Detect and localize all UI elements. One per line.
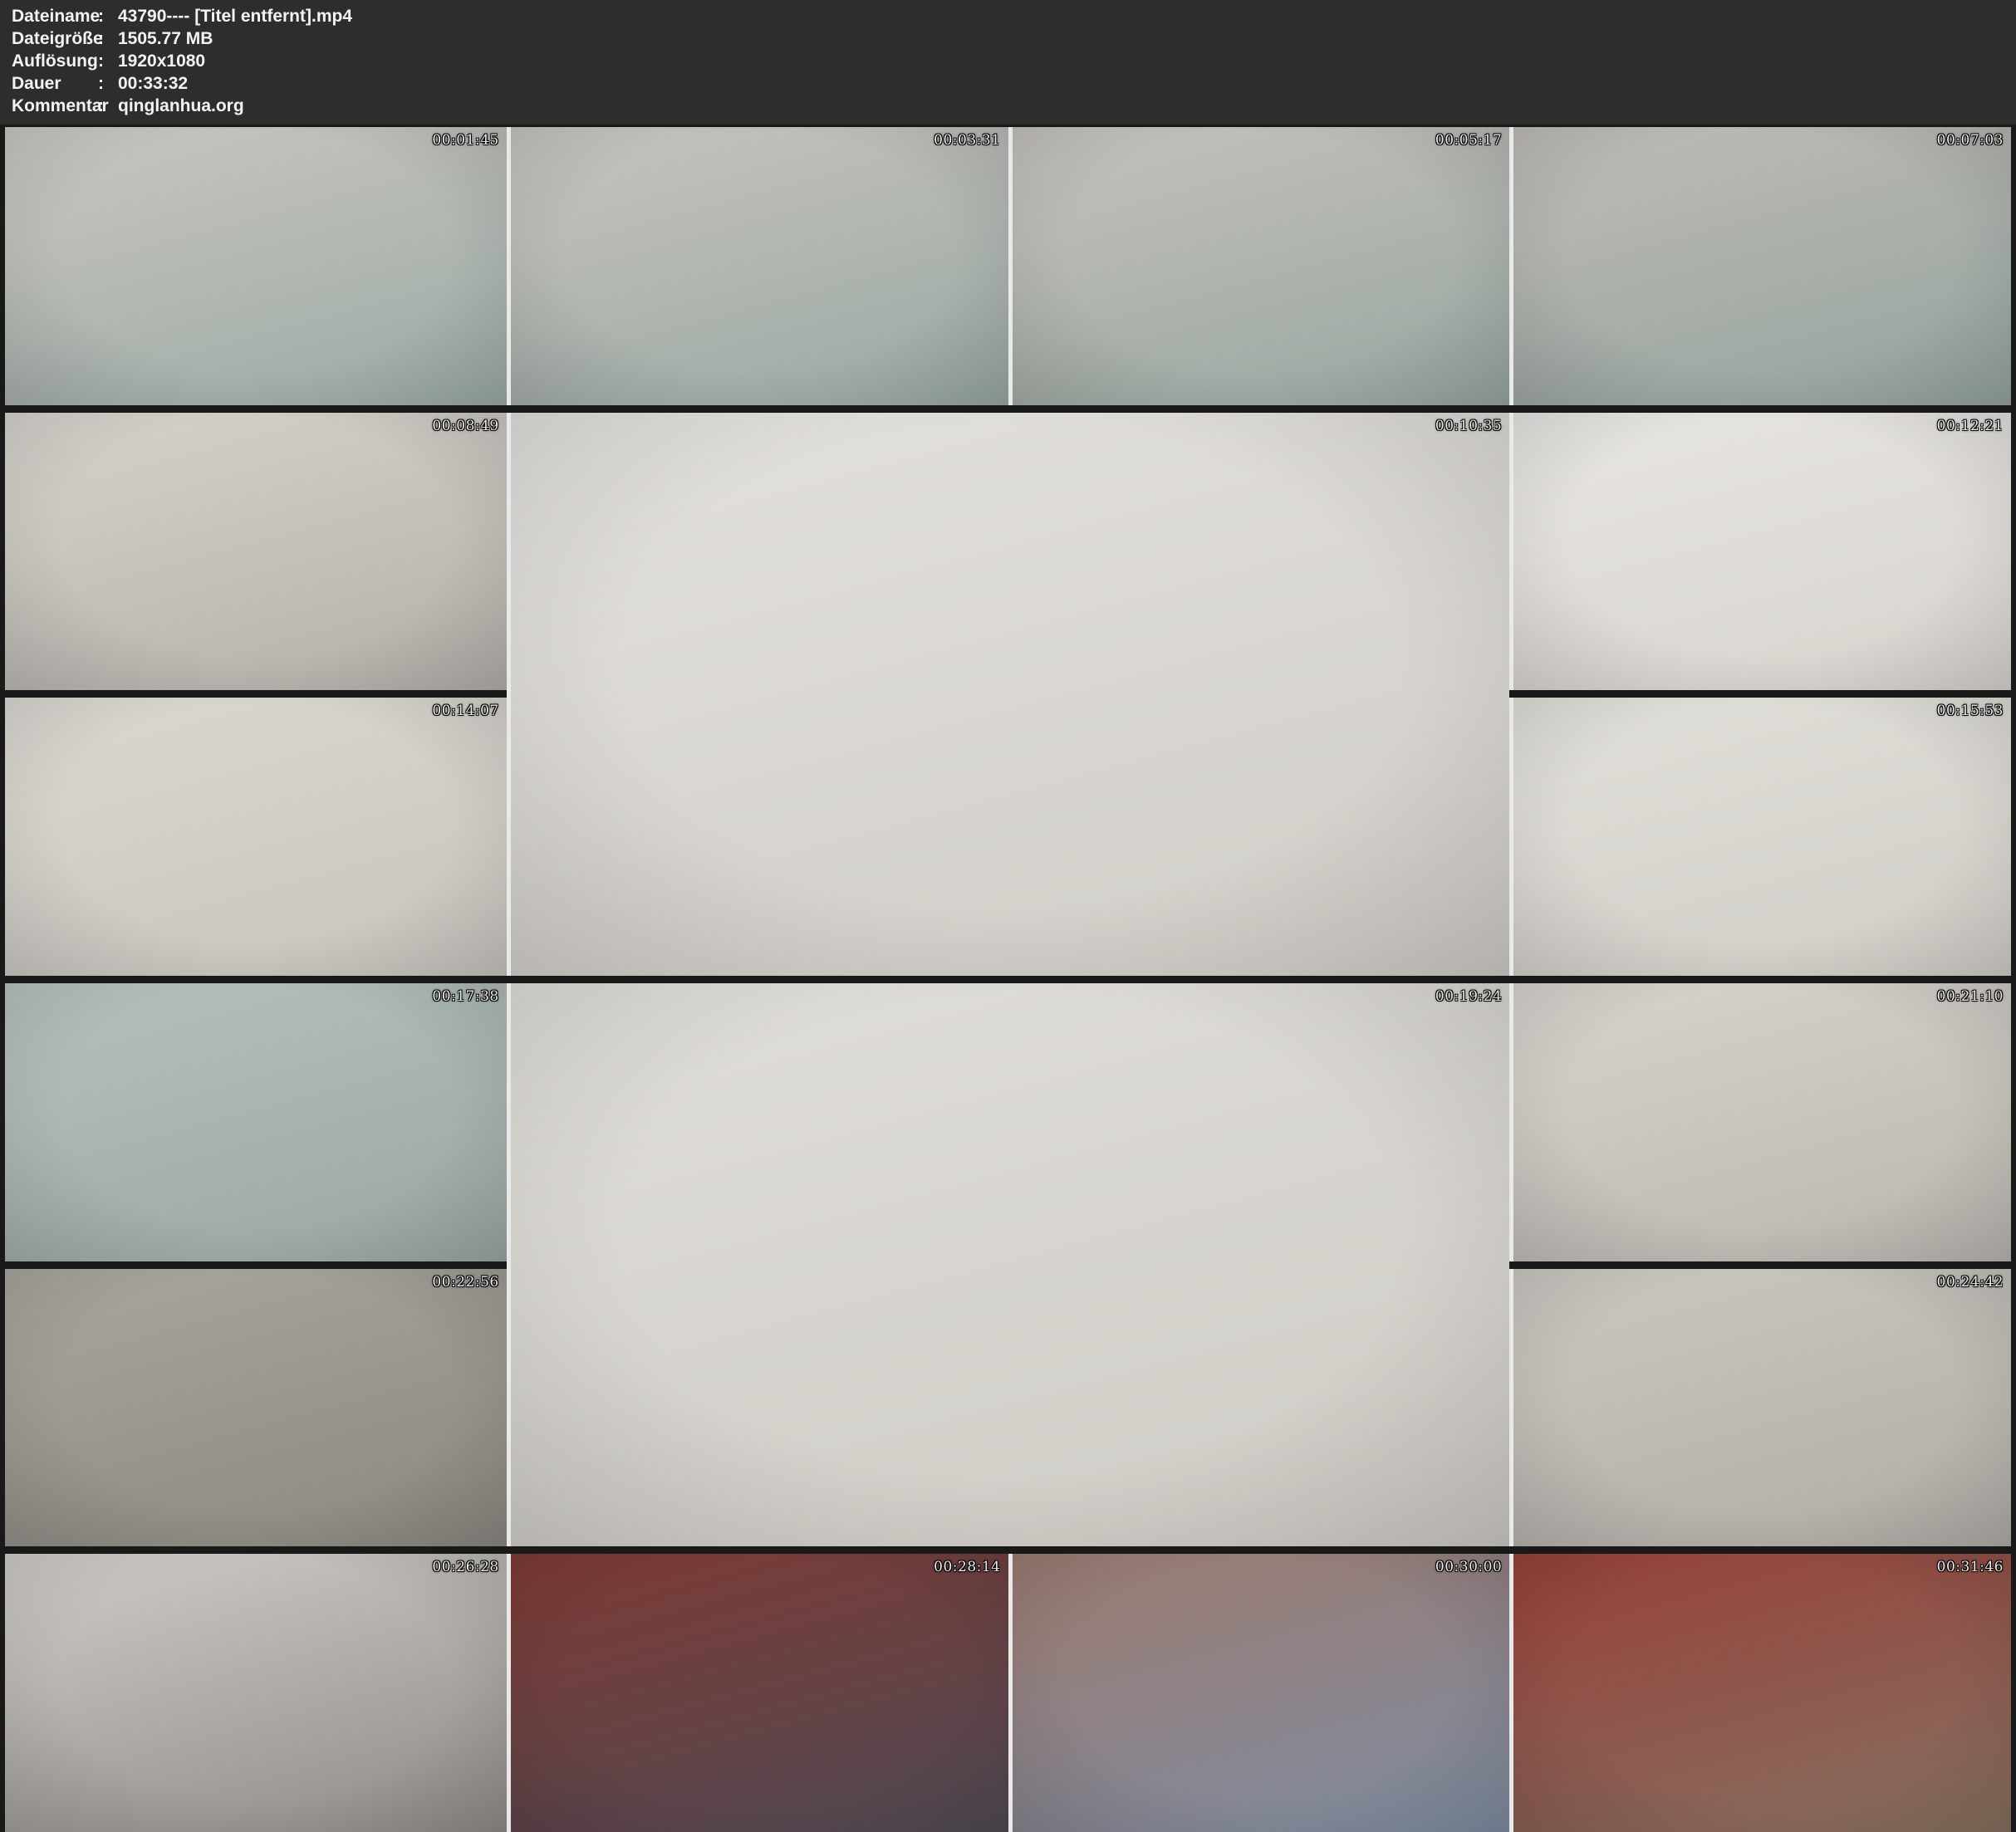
field-separator: :: [98, 74, 118, 94]
video-thumbnail: 00:21:10: [1509, 983, 2011, 1261]
thumbnail-grid: 00:01:45 00:03:31 00:05:17 00:07:03 00:0…: [5, 127, 2011, 1832]
video-thumbnail: 00:22:56: [5, 1269, 507, 1547]
filename-value: 43790---- [Titel entfernt].mp4: [118, 7, 352, 27]
field-label: Auflösung: [12, 51, 98, 71]
video-thumbnail: 00:30:00: [1008, 1554, 1510, 1832]
video-thumbnail: 00:14:07: [5, 698, 507, 976]
field-row-filesize: Dateigröße : 1505.77 MB: [12, 29, 2016, 51]
metadata-header: Dateiname : 43790---- [Titel entfernt].m…: [0, 0, 2016, 125]
video-thumbnail: 00:24:42: [1509, 1269, 2011, 1547]
video-thumbnail: 00:03:31: [507, 127, 1008, 405]
thumbnail-timestamp: 00:01:45: [432, 132, 498, 149]
field-separator: :: [98, 29, 118, 49]
thumbnail-timestamp: 00:14:07: [432, 703, 498, 719]
video-thumbnail: 00:12:21: [1509, 413, 2011, 691]
video-thumbnail: 00:17:38: [5, 983, 507, 1261]
video-thumbnail: 00:01:45: [5, 127, 507, 405]
thumbnail-timestamp: 00:03:31: [934, 132, 1000, 149]
thumbnail-timestamp: 00:10:35: [1435, 418, 1502, 434]
video-thumbnail: 00:05:17: [1008, 127, 1510, 405]
field-separator: :: [98, 51, 118, 71]
field-label: Dateiname: [12, 7, 98, 27]
thumbnail-timestamp: 00:15:53: [1937, 703, 2004, 719]
field-row-filename: Dateiname : 43790---- [Titel entfernt].m…: [12, 7, 2016, 29]
thumbnail-timestamp: 00:30:00: [1435, 1559, 1502, 1575]
video-thumbnail: 00:08:49: [5, 413, 507, 691]
field-row-comment: Kommentar : qinglanhua.org: [12, 96, 2016, 119]
thumbnail-timestamp: 00:12:21: [1937, 418, 2004, 434]
thumbnail-timestamp: 00:17:38: [432, 988, 498, 1005]
field-row-resolution: Auflösung : 1920x1080: [12, 51, 2016, 74]
duration-value: 00:33:32: [118, 74, 188, 94]
thumbnail-timestamp: 00:19:24: [1435, 988, 1502, 1005]
thumbnail-timestamp: 00:26:28: [432, 1559, 498, 1575]
comment-value: qinglanhua.org: [118, 96, 244, 116]
thumbnail-timestamp: 00:31:46: [1937, 1559, 2004, 1575]
video-thumbnail: 00:28:14: [507, 1554, 1008, 1832]
thumbnail-timestamp: 00:08:49: [432, 418, 498, 434]
thumbnail-timestamp: 00:07:03: [1937, 132, 2004, 149]
video-thumbnail: 00:31:46: [1509, 1554, 2011, 1832]
video-thumbnail: 00:07:03: [1509, 127, 2011, 405]
thumbnail-timestamp: 00:22:56: [432, 1274, 498, 1291]
field-label: Kommentar: [12, 96, 98, 116]
filesize-value: 1505.77 MB: [118, 29, 213, 49]
video-thumbnail-large: 00:19:24: [507, 983, 1510, 1546]
thumbnail-timestamp: 00:24:42: [1937, 1274, 2004, 1291]
thumbnail-timestamp: 00:21:10: [1937, 988, 2004, 1005]
video-thumbnail: 00:26:28: [5, 1554, 507, 1832]
resolution-value: 1920x1080: [118, 51, 205, 71]
field-label: Dateigröße: [12, 29, 98, 49]
contact-sheet: 00:01:45 00:03:31 00:05:17 00:07:03 00:0…: [0, 125, 2016, 1832]
video-thumbnail: 00:15:53: [1509, 698, 2011, 976]
thumbnail-timestamp: 00:28:14: [934, 1559, 1000, 1575]
field-label: Dauer: [12, 74, 98, 94]
field-separator: :: [98, 96, 118, 116]
field-row-duration: Dauer : 00:33:32: [12, 74, 2016, 96]
thumbnail-timestamp: 00:05:17: [1435, 132, 1502, 149]
video-thumbnail-large: 00:10:35: [507, 413, 1510, 976]
field-separator: :: [98, 7, 118, 27]
